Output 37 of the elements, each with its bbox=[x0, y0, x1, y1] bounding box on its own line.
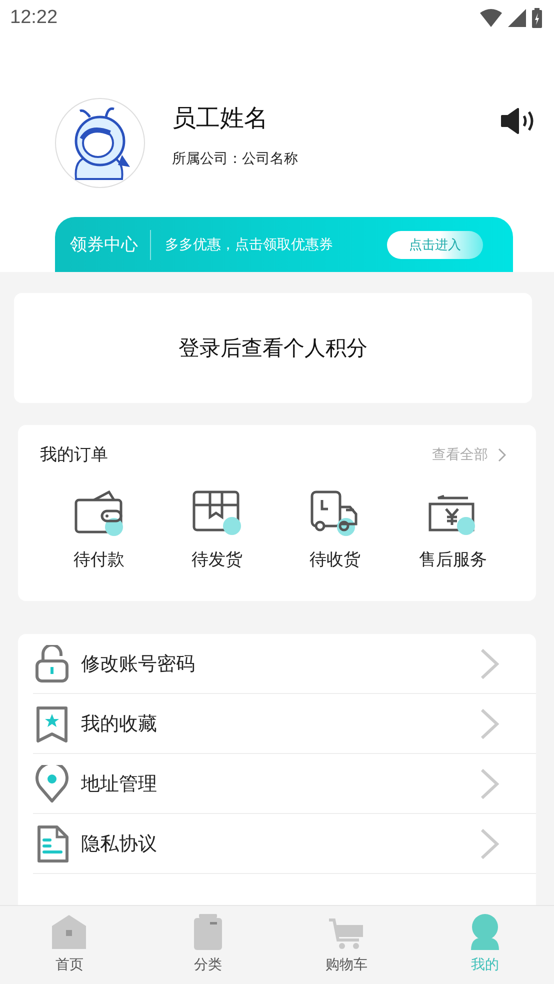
home-icon bbox=[51, 914, 88, 950]
order-status-label[interactable]: 待发货 bbox=[192, 548, 242, 571]
order-status-label[interactable]: 售后服务 bbox=[419, 548, 487, 571]
chevron-icon bbox=[480, 768, 500, 800]
menu-item[interactable]: 修改账号密码 bbox=[81, 650, 480, 676]
location-pin-icon bbox=[35, 764, 69, 802]
cart-icon bbox=[328, 918, 364, 950]
tab-item[interactable]: 首页 bbox=[0, 906, 138, 984]
tab-item[interactable]: 购物车 bbox=[277, 906, 416, 984]
document-icon bbox=[35, 824, 69, 862]
chevron-icon bbox=[480, 828, 500, 860]
company-name: 所属公司：公司名称 bbox=[172, 150, 299, 168]
wifi-icon bbox=[480, 9, 502, 27]
menu-item[interactable]: 隐私协议 bbox=[81, 830, 480, 856]
tab-item[interactable]: 分类 bbox=[138, 906, 277, 984]
order-status-label[interactable]: 待付款 bbox=[74, 548, 124, 571]
points-card[interactable]: 登录后查看个人积分 bbox=[14, 293, 532, 403]
menu-item[interactable]: 地址管理 bbox=[81, 770, 480, 796]
chevron-icon bbox=[498, 448, 506, 462]
coupon-promo-text: 多多优惠，点击领取优惠券 bbox=[165, 236, 334, 254]
coupon-center-title: 领券中心 bbox=[55, 230, 151, 260]
chevron-icon bbox=[480, 708, 500, 740]
package-icon bbox=[192, 490, 242, 536]
menu-item[interactable]: 我的收藏 bbox=[81, 710, 480, 736]
wallet-icon bbox=[74, 490, 124, 536]
battery-icon bbox=[532, 8, 542, 28]
status-time: 12:22 bbox=[10, 7, 58, 29]
chevron-icon bbox=[480, 648, 500, 680]
book-icon bbox=[192, 914, 223, 950]
my-orders-title: 我的订单 bbox=[40, 444, 108, 466]
order-status-label[interactable]: 待收货 bbox=[310, 548, 360, 571]
employee-name: 员工姓名 bbox=[172, 103, 269, 133]
truck-icon bbox=[310, 490, 360, 536]
signal-icon bbox=[508, 9, 526, 27]
unlocked-padlock-icon bbox=[35, 644, 69, 682]
person-icon bbox=[468, 914, 501, 950]
bookmark-icon bbox=[35, 704, 69, 742]
